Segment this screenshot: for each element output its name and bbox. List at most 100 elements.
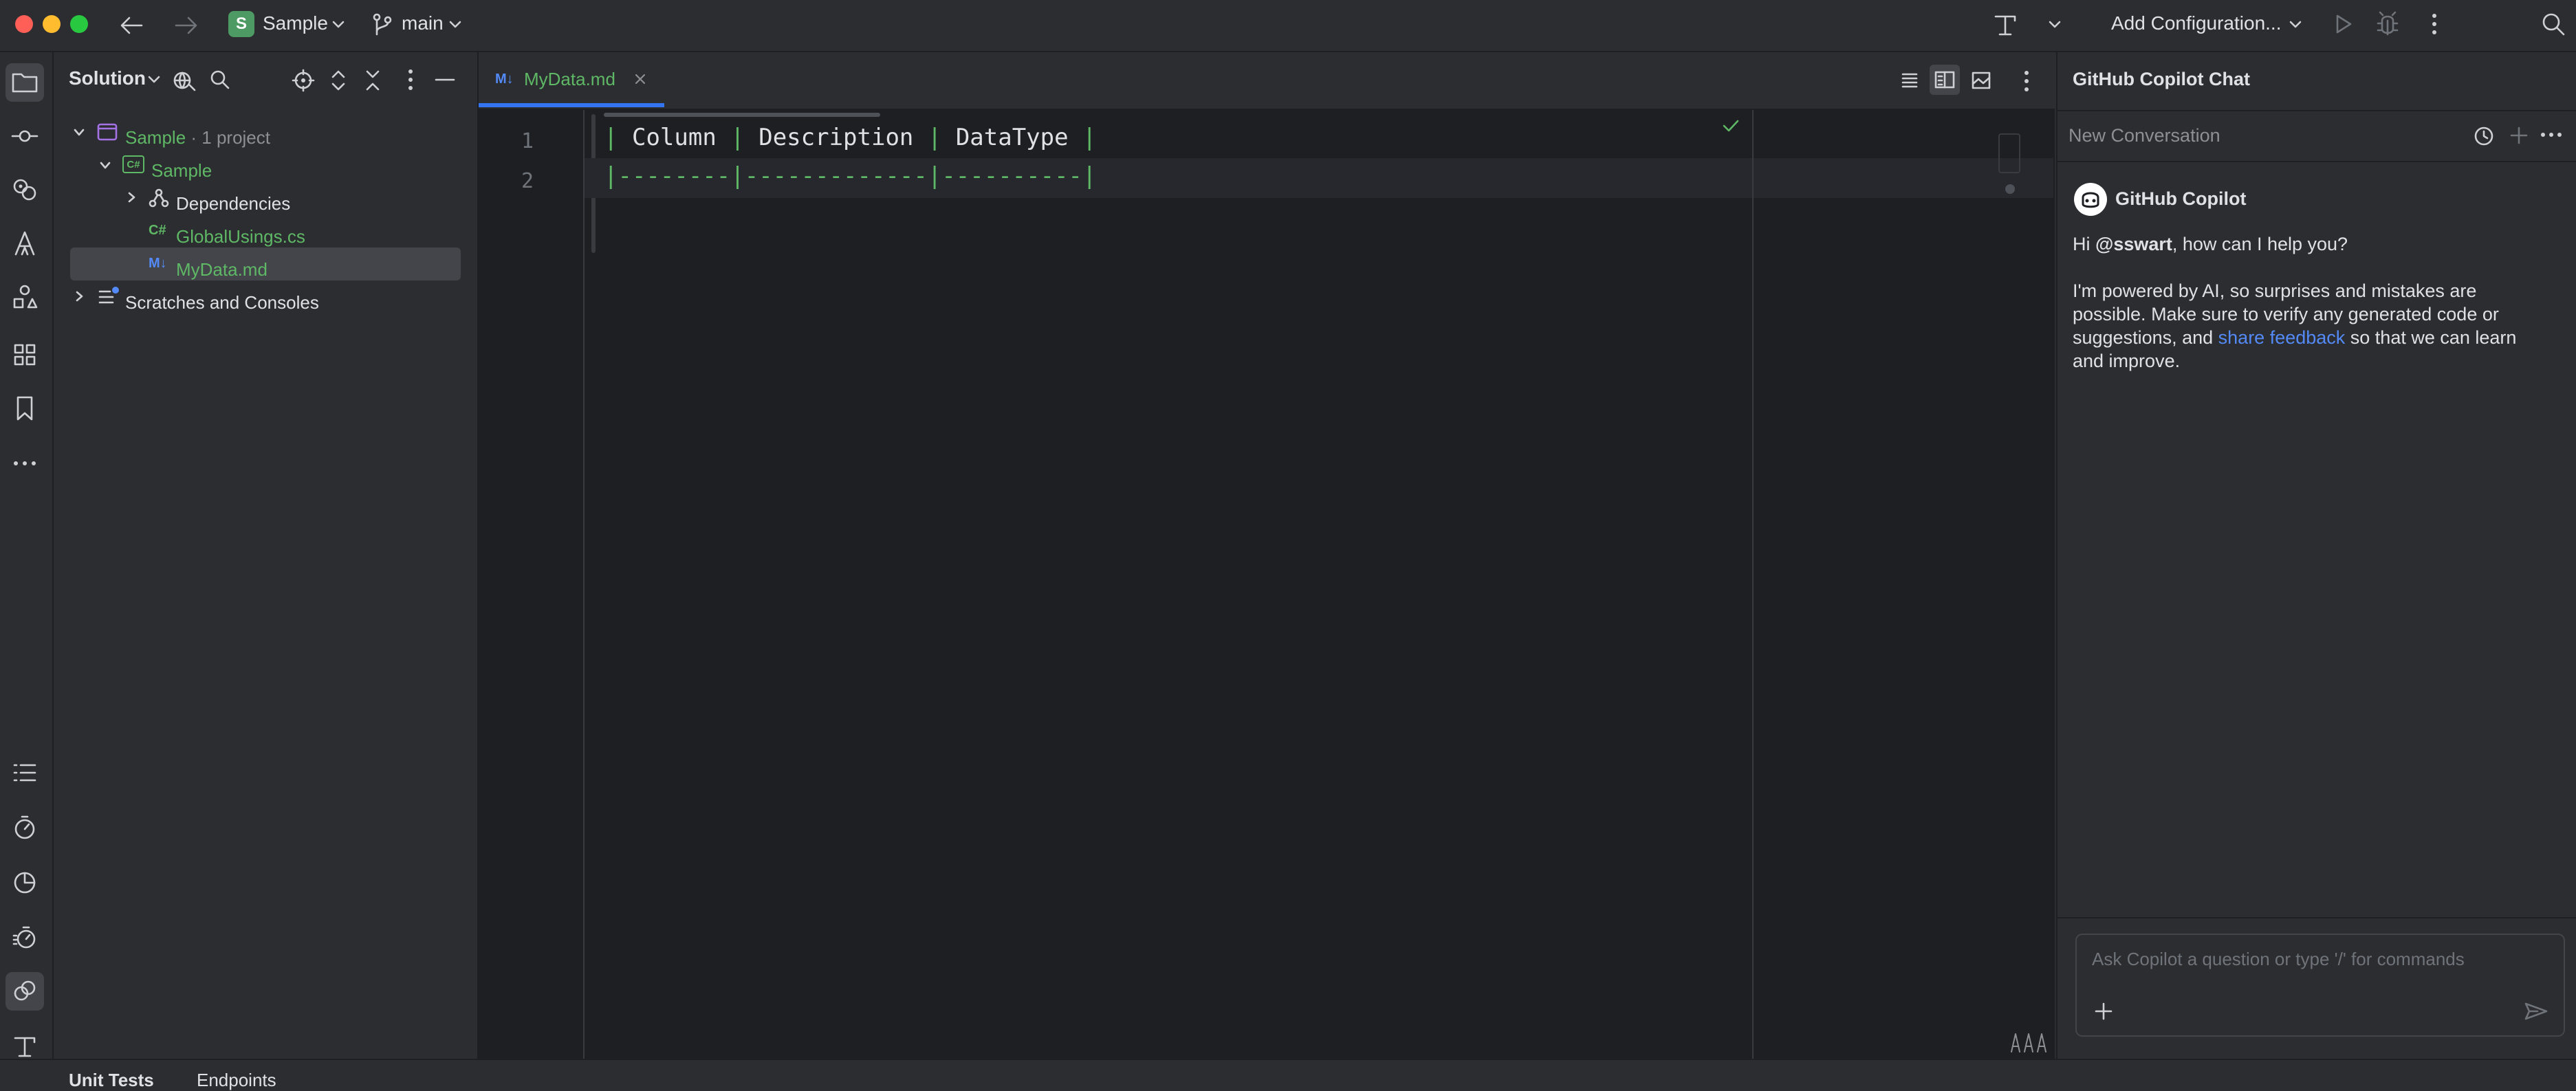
table-separator-cell: ------------- (744, 162, 928, 190)
markdown-file-icon: M↓ (149, 256, 167, 271)
inspection-ok-icon[interactable] (1722, 118, 1740, 133)
project-folder-icon[interactable] (6, 63, 44, 102)
more-tools-icon[interactable] (6, 444, 44, 483)
attach-plus-icon[interactable] (2093, 1001, 2114, 1022)
panel-title[interactable]: Solution (69, 67, 146, 89)
structure-icon[interactable] (6, 335, 44, 374)
chevron-down-icon[interactable] (99, 159, 111, 172)
table-separator-cell: -------- (618, 162, 731, 190)
back-arrow-icon[interactable] (118, 14, 146, 37)
chat-input-placeholder[interactable]: Ask Copilot a question or type '/' for c… (2092, 949, 2465, 970)
divider (2057, 917, 2576, 918)
search-icon[interactable] (2540, 11, 2566, 37)
chevron-right-icon[interactable] (73, 290, 85, 302)
more-vertical-icon[interactable] (406, 69, 415, 91)
line-number: 2 (521, 169, 534, 193)
preview-only-icon[interactable] (1971, 70, 1991, 91)
forward-arrow-icon[interactable] (172, 14, 199, 37)
divider (2057, 110, 2576, 111)
history-icon[interactable] (2473, 125, 2495, 147)
chevron-right-icon[interactable] (125, 191, 138, 203)
tree-item-project[interactable]: C# Sample (54, 148, 477, 181)
zoom-window-button[interactable] (70, 15, 88, 33)
line-number: 1 (521, 129, 534, 153)
chat-input-box[interactable]: Ask Copilot a question or type '/' for c… (2075, 934, 2565, 1037)
table-separator-cell: ---------- (941, 162, 1083, 190)
divider (2057, 161, 2576, 162)
rider-tool-icon[interactable] (1991, 11, 2019, 38)
locate-icon[interactable] (292, 69, 315, 92)
tree-item-solution[interactable]: Sample · 1 project (54, 115, 477, 148)
todo-list-icon[interactable] (6, 753, 44, 792)
share-feedback-link[interactable]: share feedback (2218, 327, 2346, 348)
tree-item-mydata[interactable]: M↓ MyData.md (54, 247, 477, 280)
table-header-cell: Column (631, 124, 717, 151)
tree-item-globalusings[interactable]: C# GlobalUsings.cs (54, 214, 477, 247)
run-icon[interactable] (2331, 12, 2355, 36)
close-window-button[interactable] (15, 15, 33, 33)
chevron-down-icon[interactable] (331, 18, 345, 32)
expand-all-icon[interactable] (329, 69, 348, 92)
collapse-all-icon[interactable] (363, 69, 382, 92)
performance-icon[interactable] (6, 918, 44, 957)
csharp-project-icon: C# (122, 155, 144, 173)
reader-mode-icon[interactable] (2009, 1030, 2048, 1053)
tab-endpoints[interactable]: Endpoints (197, 1070, 276, 1091)
project-panel: Solution Sample · 1 project C# Sample De… (54, 52, 479, 1059)
tree-item-label: MyData.md (176, 258, 268, 280)
send-icon[interactable] (2524, 1001, 2548, 1022)
chevron-down-icon[interactable] (147, 73, 161, 87)
search-icon[interactable] (209, 69, 231, 91)
close-tab-icon[interactable] (634, 73, 646, 85)
new-chat-plus-icon[interactable] (2509, 125, 2529, 146)
more-vertical-icon[interactable] (2022, 70, 2031, 92)
tool-window-strip (0, 52, 54, 1083)
minimize-window-button[interactable] (43, 15, 61, 33)
chevron-down-icon[interactable] (2289, 18, 2302, 32)
tree-item-label: Sample · 1 project (125, 126, 270, 148)
project-badge[interactable]: S (228, 11, 254, 37)
bookmarks-icon[interactable] (6, 389, 44, 428)
tree-item-label: GlobalUsings.cs (176, 225, 305, 247)
dependencies-icon (149, 188, 169, 208)
active-tab-indicator (479, 103, 664, 107)
preview-dot (2005, 184, 2015, 194)
split-view-icon[interactable] (1930, 65, 1960, 95)
code-line-1[interactable]: | Column | Description | DataType | (604, 124, 1097, 151)
table-column-handle[interactable] (604, 113, 880, 117)
conversation-title[interactable]: New Conversation (2069, 125, 2220, 146)
commit-icon[interactable] (6, 117, 44, 155)
run-configuration-selector[interactable]: Add Configuration... (2111, 12, 2282, 34)
branch-icon[interactable] (371, 12, 393, 37)
preview-minimap (1998, 133, 2020, 173)
code-line-2[interactable]: |--------|-------------|----------| (604, 162, 1097, 190)
markdown-file-icon: M↓ (495, 71, 514, 87)
tab-unit-tests[interactable]: Unit Tests (69, 1070, 154, 1091)
bot-name: GitHub Copilot (2115, 188, 2247, 209)
ai-assistant-icon[interactable] (6, 224, 44, 263)
coverage-icon[interactable] (6, 863, 44, 902)
services-icon[interactable] (6, 278, 44, 316)
tree-item-scratches[interactable]: Scratches and Consoles (54, 280, 477, 313)
branch-name[interactable]: main (402, 12, 444, 34)
show-files-icon[interactable] (172, 69, 197, 92)
copilot-agents-icon[interactable] (6, 170, 44, 209)
more-vertical-icon[interactable] (2427, 12, 2441, 36)
tree-item-dependencies[interactable]: Dependencies (54, 181, 477, 214)
copilot-chat-panel: GitHub Copilot Chat New Conversation Git… (2056, 52, 2576, 1059)
project-name[interactable]: Sample (263, 12, 328, 34)
tree-item-label: Sample (151, 159, 212, 181)
chevron-down-icon[interactable] (2048, 18, 2062, 32)
chevron-down-icon[interactable] (448, 18, 462, 32)
tab-mydata[interactable]: M↓ MyData.md (479, 52, 664, 109)
endpoints-icon[interactable] (6, 972, 44, 1011)
editor-only-icon[interactable] (1899, 70, 1920, 91)
chevron-down-icon[interactable] (73, 126, 85, 139)
editor-tab-bar: M↓ MyData.md (479, 52, 2055, 110)
editor-gutter (479, 110, 585, 1059)
hide-panel-icon[interactable] (433, 69, 457, 91)
profiler-icon[interactable] (6, 808, 44, 847)
split-divider[interactable] (1752, 110, 1754, 1059)
more-horizontal-icon[interactable] (2540, 131, 2562, 139)
debug-icon[interactable] (2375, 11, 2400, 37)
